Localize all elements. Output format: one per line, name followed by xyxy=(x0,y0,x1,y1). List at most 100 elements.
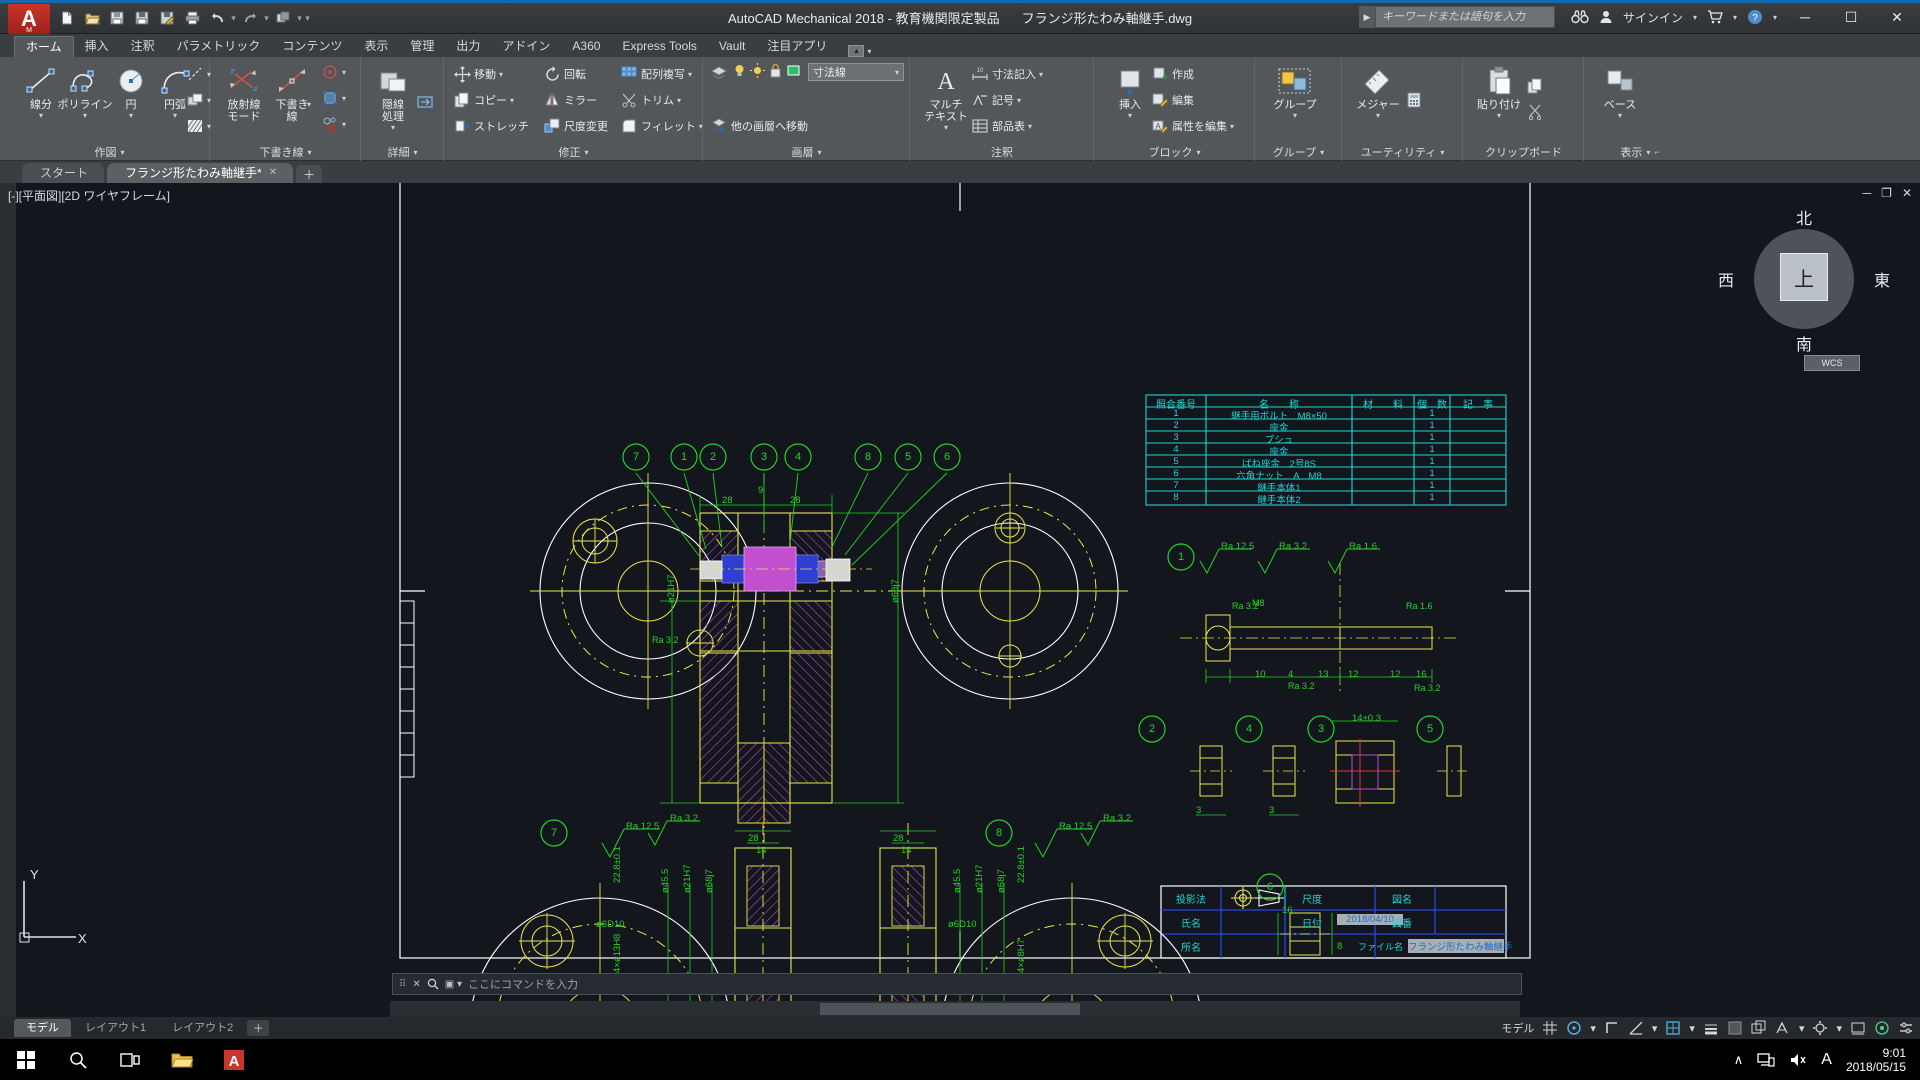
edit-block-button[interactable]: 編集 xyxy=(1151,89,1194,111)
modify-fillet-button[interactable]: フィレット ▾ xyxy=(620,115,703,137)
status-space-mode[interactable]: モデル xyxy=(1501,1020,1534,1036)
panel-utility-caret-icon[interactable]: ▾ xyxy=(1440,148,1444,157)
symbol-button[interactable]: 記号 ▾ xyxy=(971,89,1021,111)
snap-caret-icon[interactable]: ▾ xyxy=(1590,1022,1596,1035)
ribbon-minimize-caret-icon[interactable]: ▾ xyxy=(867,47,871,56)
tab-addins[interactable]: アドイン xyxy=(491,36,561,57)
search-input[interactable]: キーワードまたは語句を入力 xyxy=(1375,6,1555,28)
draw-hatch-button[interactable]: ▾ xyxy=(186,115,211,137)
circle-center-button[interactable]: ▾ xyxy=(321,61,346,83)
panel-label-view[interactable]: 表示 ▾ ⌐ xyxy=(1585,144,1695,160)
tab-manage[interactable]: 管理 xyxy=(399,36,445,57)
doc-tab-close-icon[interactable]: ✕ xyxy=(269,163,277,183)
tab-vault[interactable]: Vault xyxy=(708,36,756,57)
tray-chevron-icon[interactable]: ∧ xyxy=(1734,1052,1744,1068)
redo-icon[interactable] xyxy=(239,7,261,29)
signin-caret-icon[interactable]: ▾ xyxy=(1688,0,1702,34)
tab-parametric[interactable]: パラメトリック xyxy=(166,36,272,57)
undo-icon[interactable] xyxy=(206,7,228,29)
tab-insert[interactable]: 挿入 xyxy=(74,36,120,57)
layout-tab-new-icon[interactable]: ＋ xyxy=(247,1020,270,1036)
panel-label-utility[interactable]: ユーティリティ ▾ xyxy=(1343,144,1462,160)
modify-copy-caret-icon[interactable]: ▾ xyxy=(510,96,514,105)
panel-group-caret-icon[interactable]: ▾ xyxy=(1320,148,1324,157)
network-icon[interactable] xyxy=(1757,1052,1775,1068)
detail-view-button[interactable] xyxy=(416,91,434,113)
help-caret-icon[interactable]: ▾ xyxy=(1768,0,1782,34)
tab-home[interactable]: ホーム xyxy=(14,36,74,57)
move-to-layer-button[interactable]: 他の画層へ移動 xyxy=(710,115,808,137)
modify-move-caret-icon[interactable]: ▾ xyxy=(499,70,503,79)
lightbulb-icon[interactable] xyxy=(732,63,747,78)
mtext-button[interactable]: A マルチ テキスト ▾ xyxy=(917,63,975,132)
annotation-scale-icon[interactable] xyxy=(1775,1020,1791,1036)
base-view-button[interactable]: ベース ▾ xyxy=(1591,63,1649,120)
polar-caret-icon[interactable]: ▾ xyxy=(1652,1022,1658,1035)
modify-array-button[interactable]: 配列複写 ▾ xyxy=(620,63,692,85)
file-explorer-icon[interactable] xyxy=(156,1039,208,1080)
panel-label-annotation[interactable]: 注釈 xyxy=(911,144,1093,160)
task-view-icon[interactable] xyxy=(104,1039,156,1080)
modify-rotate-button[interactable]: 回転 xyxy=(543,63,586,85)
transparency-icon[interactable] xyxy=(1727,1020,1743,1036)
group-caret-icon[interactable]: ▾ xyxy=(1262,111,1328,120)
doc-tab-new-icon[interactable]: ＋ xyxy=(296,165,323,183)
command-line-grip-icon[interactable]: ⠿ xyxy=(399,979,406,990)
lock-icon[interactable] xyxy=(768,63,783,78)
modify-fillet-caret-icon[interactable]: ▾ xyxy=(699,122,703,131)
modify-scale-button[interactable]: 尺度変更 xyxy=(543,115,608,137)
modify-copy-button[interactable]: コピー ▾ xyxy=(453,89,514,111)
modify-trim-button[interactable]: トリム ▾ xyxy=(620,89,681,111)
doc-tab-start[interactable]: スタート xyxy=(22,163,105,183)
delete-construction-button[interactable]: ▾ xyxy=(321,113,346,135)
layer-current-combobox[interactable]: 寸法線 ▾ xyxy=(808,63,904,81)
circle-center-caret-icon[interactable]: ▾ xyxy=(342,68,346,77)
ribbon-minimize-icon[interactable]: ▲ xyxy=(848,45,865,57)
layout-tab-model[interactable]: モデル xyxy=(14,1019,71,1037)
lineweight-icon[interactable] xyxy=(1703,1020,1719,1036)
group-button[interactable]: グループ ▾ xyxy=(1262,63,1328,120)
box-construction-button[interactable]: ▾ xyxy=(321,87,346,109)
panel-layer-caret-icon[interactable]: ▾ xyxy=(817,148,821,157)
symbol-caret-icon[interactable]: ▾ xyxy=(1017,96,1021,105)
layer-color-swatch[interactable] xyxy=(786,63,801,78)
delete-construction-caret-icon[interactable]: ▾ xyxy=(342,120,346,129)
parts-list-caret-icon[interactable]: ▾ xyxy=(1028,122,1032,131)
search-binoculars-icon[interactable] xyxy=(1566,0,1594,34)
box-construction-caret-icon[interactable]: ▾ xyxy=(342,94,346,103)
search-icon[interactable] xyxy=(52,1039,104,1080)
plot-icon[interactable] xyxy=(181,7,203,29)
panel-label-draw[interactable]: 作図 ▾ xyxy=(10,144,209,160)
panel-label-block[interactable]: ブロック ▾ xyxy=(1095,144,1254,160)
tab-a360[interactable]: A360 xyxy=(561,36,611,57)
create-block-button[interactable]: 作成 xyxy=(1151,63,1194,85)
measure-button[interactable]: メジャー ▾ xyxy=(1349,63,1407,120)
panel-label-clipboard[interactable]: クリップボード xyxy=(1464,144,1583,160)
qat-customize-caret[interactable]: ▾ xyxy=(305,13,310,24)
undo-dropdown-caret[interactable]: ▾ xyxy=(231,13,236,24)
new-icon[interactable] xyxy=(56,7,78,29)
tab-featured-apps[interactable]: 注目アプリ xyxy=(756,36,838,57)
draw-rectangle-button[interactable]: ▾ xyxy=(186,89,211,111)
application-menu-button[interactable]: A M xyxy=(8,4,50,34)
sign-in-button[interactable]: サインイン xyxy=(1618,0,1688,34)
canvas-scroll-thumb[interactable] xyxy=(820,1003,1080,1015)
windows-start-icon[interactable] xyxy=(0,1039,52,1080)
selection-cycling-icon[interactable] xyxy=(1751,1020,1767,1036)
edit-attribute-caret-icon[interactable]: ▾ xyxy=(1230,122,1234,131)
construction-line-big-button[interactable]: 下書き 線 xyxy=(263,63,321,123)
base-view-caret-icon[interactable]: ▾ xyxy=(1591,111,1649,120)
search-expand-icon[interactable]: ▶ xyxy=(1359,6,1375,28)
command-line[interactable]: ⠿ ✕ ▣ ▾ ここにコマンドを入力 xyxy=(392,973,1522,995)
hardware-accel-icon[interactable] xyxy=(1850,1020,1866,1036)
mtext-caret-icon[interactable]: ▾ xyxy=(917,123,975,132)
annotation-scale-caret-icon[interactable]: ▾ xyxy=(1799,1022,1805,1035)
paste-button[interactable]: 貼り付け ▾ xyxy=(1470,63,1528,120)
autocad-icon[interactable]: A xyxy=(208,1039,260,1080)
edit-attribute-button[interactable]: A 属性を編集 ▾ xyxy=(1151,115,1234,137)
open-icon[interactable] xyxy=(81,7,103,29)
modify-array-caret-icon[interactable]: ▾ xyxy=(688,70,692,79)
draw-construction-line-button[interactable]: ▾ xyxy=(186,63,211,85)
shopping-cart-icon[interactable] xyxy=(1702,0,1728,34)
tab-express-tools[interactable]: Express Tools xyxy=(611,36,707,57)
